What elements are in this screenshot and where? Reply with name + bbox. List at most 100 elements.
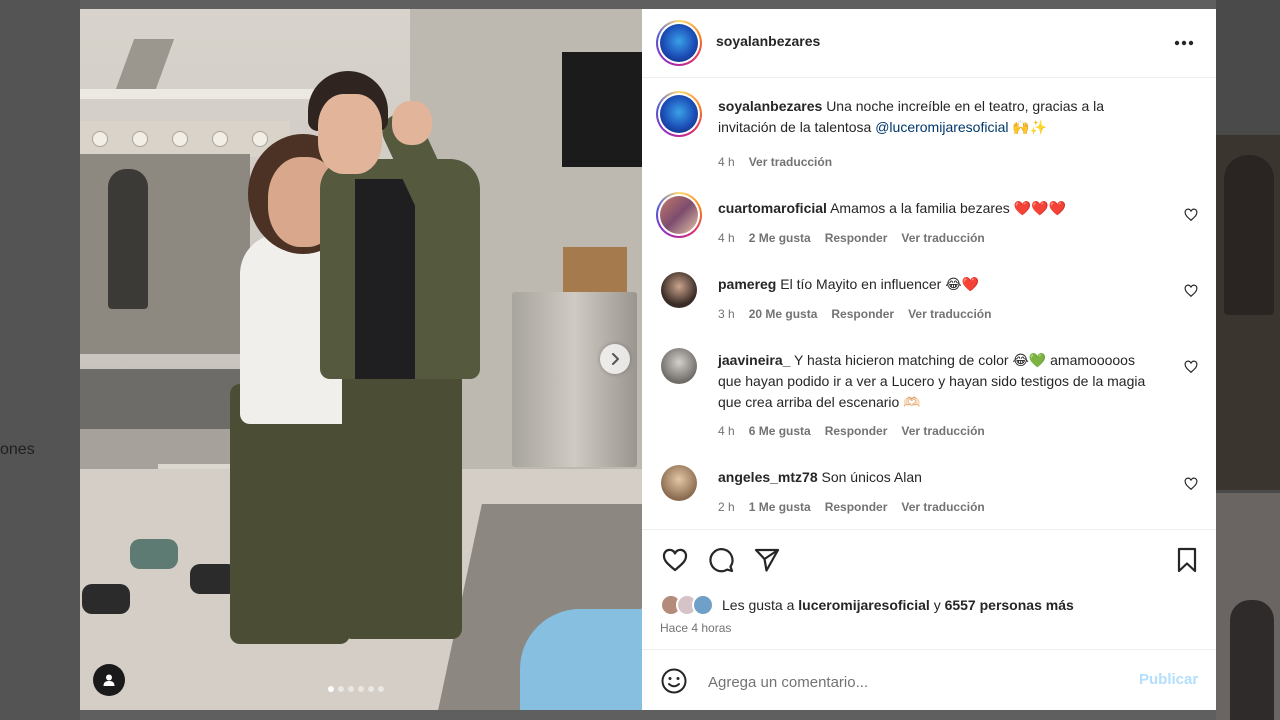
- photo-bulb: [212, 131, 228, 147]
- comment-like-heart-icon[interactable]: [1184, 477, 1198, 491]
- liker-avatar: [692, 594, 714, 616]
- carousel-next-button[interactable]: [600, 344, 630, 374]
- comment-meta: 3 h 20 Me gusta Responder Ver traducción: [718, 307, 991, 321]
- photo-man-hand: [392, 101, 432, 145]
- comment-time[interactable]: 3 h: [718, 307, 735, 321]
- comment-like-heart-icon[interactable]: [1184, 284, 1198, 298]
- post-details-panel: soyalanbezares soyalanbezares Una noche …: [642, 9, 1216, 710]
- author-avatar[interactable]: [656, 20, 702, 66]
- comment-avatar[interactable]: [661, 272, 697, 308]
- comment-emojis: 😂❤️: [945, 276, 980, 292]
- comment-username[interactable]: cuartomaroficial: [718, 200, 827, 216]
- photo-bulb: [252, 131, 268, 147]
- comment-emojis: ❤️❤️❤️: [1013, 200, 1066, 216]
- caption-username[interactable]: soyalanbezares: [718, 98, 822, 114]
- comment-username[interactable]: pamereg: [718, 276, 776, 292]
- comment-text: Son únicos Alan: [821, 469, 922, 485]
- carousel-dot: [358, 686, 364, 692]
- comment-meta: 2 h 1 Me gusta Responder Ver traducción: [718, 500, 985, 514]
- caption-avatar[interactable]: [656, 91, 702, 137]
- comment-text-block: jaavineira_ Y hasta hicieron matching de…: [718, 350, 1158, 413]
- comment-avatar-image: [660, 196, 698, 234]
- comment-avatar-image: [661, 272, 697, 308]
- comment-reply-button[interactable]: Responder: [831, 307, 894, 321]
- comment-reply-button[interactable]: Responder: [825, 424, 888, 438]
- comment-time[interactable]: 4 h: [718, 424, 735, 438]
- carousel-dot: [328, 686, 334, 692]
- comment-reply-button[interactable]: Responder: [825, 500, 888, 514]
- post-actions: Les gusta a luceromijaresoficial y 6557 …: [642, 529, 1216, 650]
- comment-input[interactable]: [706, 669, 1110, 695]
- comment-username[interactable]: jaavineira_: [718, 352, 790, 368]
- author-username[interactable]: soyalanbezares: [716, 33, 820, 49]
- comment-translate-link[interactable]: Ver traducción: [901, 231, 984, 245]
- comment-avatar[interactable]: [656, 192, 702, 238]
- heart-icon[interactable]: [661, 546, 689, 574]
- comment-bubble-icon[interactable]: [707, 546, 735, 574]
- photo-shoe: [130, 539, 178, 569]
- publish-button[interactable]: Publicar: [1139, 671, 1198, 688]
- carousel-indicator: [328, 686, 384, 692]
- photo-bulb: [172, 131, 188, 147]
- paper-plane-icon[interactable]: [753, 546, 781, 574]
- post-timestamp[interactable]: Hace 4 horas: [660, 621, 731, 635]
- comment-avatar[interactable]: [661, 465, 697, 501]
- comment-reply-button[interactable]: Responder: [825, 231, 888, 245]
- comment-translate-link[interactable]: Ver traducción: [901, 424, 984, 438]
- more-options-icon[interactable]: [1172, 31, 1196, 55]
- photo-man-shirt: [355, 179, 415, 379]
- comment-text-block: angeles_mtz78 Son únicos Alan: [718, 467, 1158, 488]
- likes-text: Les gusta a luceromijaresoficial y 6557 …: [722, 597, 1074, 613]
- comment-like-heart-icon[interactable]: [1184, 208, 1198, 222]
- photo-shelf: [80, 89, 315, 99]
- likes-others-link[interactable]: 6557 personas más: [945, 597, 1074, 613]
- comment-likes-count[interactable]: 6 Me gusta: [749, 424, 811, 438]
- caption-time[interactable]: 4 h: [718, 155, 735, 169]
- carousel-dot: [348, 686, 354, 692]
- background-page-right: [1216, 0, 1280, 720]
- comment-text: El tío Mayito en influencer: [780, 276, 942, 292]
- comment-like-heart-icon[interactable]: [1184, 360, 1198, 374]
- add-comment-bar: Publicar: [642, 649, 1216, 711]
- comment-likes-count[interactable]: 1 Me gusta: [749, 500, 811, 514]
- comment-text: Amamos a la familia bezares: [830, 200, 1010, 216]
- comments-list[interactable]: soyalanbezares Una noche increíble en el…: [642, 77, 1216, 529]
- comment-text-block: pamereg El tío Mayito en influencer 😂❤️: [718, 274, 1158, 295]
- comment-avatar-image: [661, 348, 697, 384]
- caption-meta: 4 h Ver traducción: [718, 155, 832, 169]
- comment-avatar-image: [661, 465, 697, 501]
- likes-connector: y: [933, 597, 941, 613]
- background-page-left: ones: [0, 0, 80, 720]
- post-header: soyalanbezares: [642, 9, 1216, 78]
- photo-mini-fridge: [512, 292, 637, 467]
- comment-translate-link[interactable]: Ver traducción: [901, 500, 984, 514]
- comment-likes-count[interactable]: 20 Me gusta: [749, 307, 818, 321]
- carousel-dot: [378, 686, 384, 692]
- caption-translate-link[interactable]: Ver traducción: [749, 155, 832, 169]
- liker-username-link[interactable]: luceromijaresoficial: [798, 597, 930, 613]
- comment-time[interactable]: 4 h: [718, 231, 735, 245]
- photo-blue-dress: [520, 609, 642, 710]
- comment-avatar[interactable]: [661, 348, 697, 384]
- comment-translate-link[interactable]: Ver traducción: [908, 307, 991, 321]
- tagged-users-button[interactable]: [93, 664, 125, 696]
- comment-likes-count[interactable]: 2 Me gusta: [749, 231, 811, 245]
- post-media[interactable]: [80, 9, 642, 710]
- photo-bulb: [132, 131, 148, 147]
- photo-mirror-reflection: [108, 169, 148, 309]
- comment-username[interactable]: angeles_mtz78: [718, 469, 818, 485]
- bookmark-icon[interactable]: [1173, 546, 1201, 574]
- caption-text-block: soyalanbezares Una noche increíble en el…: [718, 96, 1158, 138]
- comment-meta: 4 h 6 Me gusta Responder Ver traducción: [718, 424, 985, 438]
- photo-mirror: [80, 154, 250, 354]
- comment-text-block: cuartomaroficial Amamos a la familia bez…: [718, 198, 1158, 219]
- comment-time[interactable]: 2 h: [718, 500, 735, 514]
- caption-mention-link[interactable]: @luceromijaresoficial: [875, 119, 1008, 135]
- comment-meta: 4 h 2 Me gusta Responder Ver traducción: [718, 231, 985, 245]
- photo-tv: [562, 52, 642, 167]
- emoji-icon[interactable]: [660, 667, 688, 695]
- background-photo-2-figure: [1230, 600, 1274, 720]
- likes-prefix: Les gusta a: [722, 597, 795, 613]
- photo-man-pants: [342, 369, 462, 639]
- photo-bulb: [92, 131, 108, 147]
